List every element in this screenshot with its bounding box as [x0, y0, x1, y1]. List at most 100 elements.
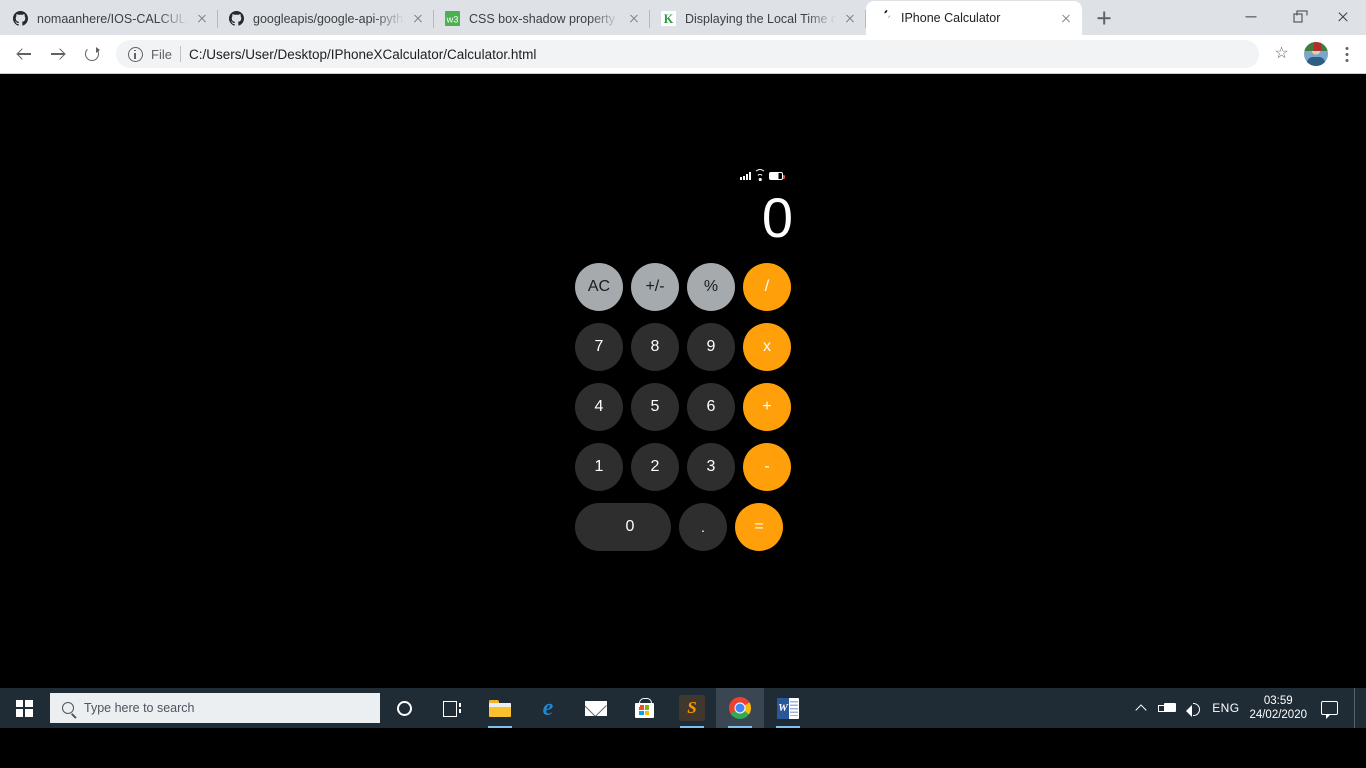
key-divide[interactable]: /	[743, 263, 791, 311]
chrome-browser-window: nomaanhere/IOS-CALCULATOR googleapis/goo…	[0, 0, 1366, 728]
page-viewport: 0 AC +/- % / 7 8 9 x 4 5 6 + 1 2 3 - 0 .…	[0, 74, 1366, 728]
volume-icon[interactable]	[1186, 702, 1202, 717]
phone-status-bar	[575, 168, 793, 183]
cortana-button[interactable]	[380, 688, 428, 728]
browser-tab-4[interactable]: K Displaying the Local Time of A	[650, 2, 866, 35]
github-icon	[228, 11, 244, 27]
close-window-button[interactable]	[1320, 0, 1366, 33]
key-7[interactable]: 7	[575, 323, 623, 371]
key-6[interactable]: 6	[687, 383, 735, 431]
tab-title: googleapis/google-api-python-	[253, 11, 404, 26]
language-indicator[interactable]: ENG	[1212, 701, 1239, 715]
back-button[interactable]	[8, 38, 40, 70]
taskbar-mail[interactable]	[572, 688, 620, 728]
start-button[interactable]	[0, 688, 48, 728]
calculator-display: 0	[761, 186, 793, 249]
back-arrow-icon	[17, 47, 31, 61]
taskbar-file-explorer[interactable]	[476, 688, 524, 728]
key-equals[interactable]: =	[735, 503, 783, 551]
tab-close-icon[interactable]	[1058, 10, 1074, 26]
word-icon: W	[777, 697, 799, 719]
browser-toolbar: File C:/Users/User/Desktop/IPhoneXCalcul…	[0, 35, 1366, 74]
omnibox-divider	[179, 46, 181, 62]
reload-icon	[85, 47, 100, 61]
chrome-icon	[729, 697, 751, 719]
clock-date: 24/02/2020	[1249, 709, 1307, 721]
keypad-row-5: 0 . =	[575, 503, 793, 551]
minimize-button[interactable]	[1228, 0, 1274, 33]
key-1[interactable]: 1	[575, 443, 623, 491]
key-4[interactable]: 4	[575, 383, 623, 431]
key-2[interactable]: 2	[631, 443, 679, 491]
w3schools-icon: w3	[444, 11, 460, 27]
browser-tab-2[interactable]: googleapis/google-api-python-	[218, 2, 434, 35]
clock[interactable]: 03:59 24/02/2020	[1249, 694, 1307, 722]
task-view-icon	[443, 701, 461, 717]
key-add[interactable]: +	[743, 383, 791, 431]
taskbar-edge[interactable]: e	[524, 688, 572, 728]
search-icon	[62, 702, 74, 714]
clock-time: 03:59	[1263, 695, 1293, 707]
security-label: File	[151, 46, 172, 62]
task-view-button[interactable]	[428, 688, 476, 728]
k-icon: K	[660, 11, 676, 27]
key-sign-toggle[interactable]: +/-	[631, 263, 679, 311]
taskbar-sublime[interactable]: S	[668, 688, 716, 728]
tab-title: nomaanhere/IOS-CALCULATOR	[37, 11, 188, 26]
cortana-icon	[396, 700, 412, 716]
signal-bars-icon	[740, 172, 751, 180]
notifications-icon[interactable]	[1321, 701, 1338, 719]
browser-tab-5-active[interactable]: IPhone Calculator	[866, 1, 1082, 35]
browser-tab-3[interactable]: w3 CSS box-shadow property	[434, 2, 650, 35]
sublime-text-icon: S	[679, 695, 705, 721]
keypad-row-3: 4 5 6 +	[575, 383, 793, 431]
calculator-app: 0 AC +/- % / 7 8 9 x 4 5 6 + 1 2 3 - 0 .…	[575, 168, 793, 563]
key-8[interactable]: 8	[631, 323, 679, 371]
restore-button[interactable]	[1274, 0, 1320, 33]
site-info-icon[interactable]	[128, 46, 143, 62]
key-3[interactable]: 3	[687, 443, 735, 491]
avatar[interactable]	[1304, 42, 1328, 66]
tab-strip: nomaanhere/IOS-CALCULATOR googleapis/goo…	[0, 0, 1366, 35]
key-multiply[interactable]: x	[743, 323, 791, 371]
reload-button[interactable]	[76, 38, 108, 70]
battery-plug-icon[interactable]	[1158, 702, 1177, 714]
calculator-keypad: AC +/- % / 7 8 9 x 4 5 6 + 1 2 3 - 0 . =	[575, 263, 793, 551]
search-placeholder: Type here to search	[84, 701, 195, 715]
kebab-menu-icon[interactable]	[1336, 41, 1358, 67]
tab-close-icon[interactable]	[410, 11, 426, 27]
microsoft-store-icon	[634, 698, 654, 718]
show-desktop-button[interactable]	[1354, 688, 1360, 728]
wifi-icon	[754, 168, 766, 181]
taskbar-store[interactable]	[620, 688, 668, 728]
key-0[interactable]: 0	[575, 503, 671, 551]
keypad-row-4: 1 2 3 -	[575, 443, 793, 491]
windows-taskbar: Type here to search e S W ENG 03:59 24/0…	[0, 688, 1366, 728]
taskbar-chrome[interactable]	[716, 688, 764, 728]
key-percent[interactable]: %	[687, 263, 735, 311]
system-tray: ENG 03:59 24/02/2020	[1136, 688, 1366, 728]
tab-close-icon[interactable]	[194, 11, 210, 27]
new-tab-button[interactable]	[1090, 4, 1118, 32]
chevron-up-icon[interactable]	[1136, 702, 1148, 714]
window-controls	[1228, 0, 1366, 33]
tab-close-icon[interactable]	[626, 11, 642, 27]
file-explorer-icon	[489, 699, 511, 717]
star-icon[interactable]: ☆	[1273, 46, 1290, 62]
forward-button[interactable]	[42, 38, 74, 70]
forward-arrow-icon	[51, 47, 65, 61]
apple-icon	[876, 10, 892, 26]
address-bar[interactable]: File C:/Users/User/Desktop/IPhoneXCalcul…	[116, 40, 1259, 68]
browser-tab-1[interactable]: nomaanhere/IOS-CALCULATOR	[2, 2, 218, 35]
taskbar-word[interactable]: W	[764, 688, 812, 728]
tab-close-icon[interactable]	[842, 11, 858, 27]
keypad-row-2: 7 8 9 x	[575, 323, 793, 371]
key-subtract[interactable]: -	[743, 443, 791, 491]
mail-icon	[585, 700, 607, 716]
key-decimal[interactable]: .	[679, 503, 727, 551]
github-icon	[12, 11, 28, 27]
key-9[interactable]: 9	[687, 323, 735, 371]
taskbar-search-input[interactable]: Type here to search	[50, 693, 380, 723]
key-5[interactable]: 5	[631, 383, 679, 431]
key-all-clear[interactable]: AC	[575, 263, 623, 311]
